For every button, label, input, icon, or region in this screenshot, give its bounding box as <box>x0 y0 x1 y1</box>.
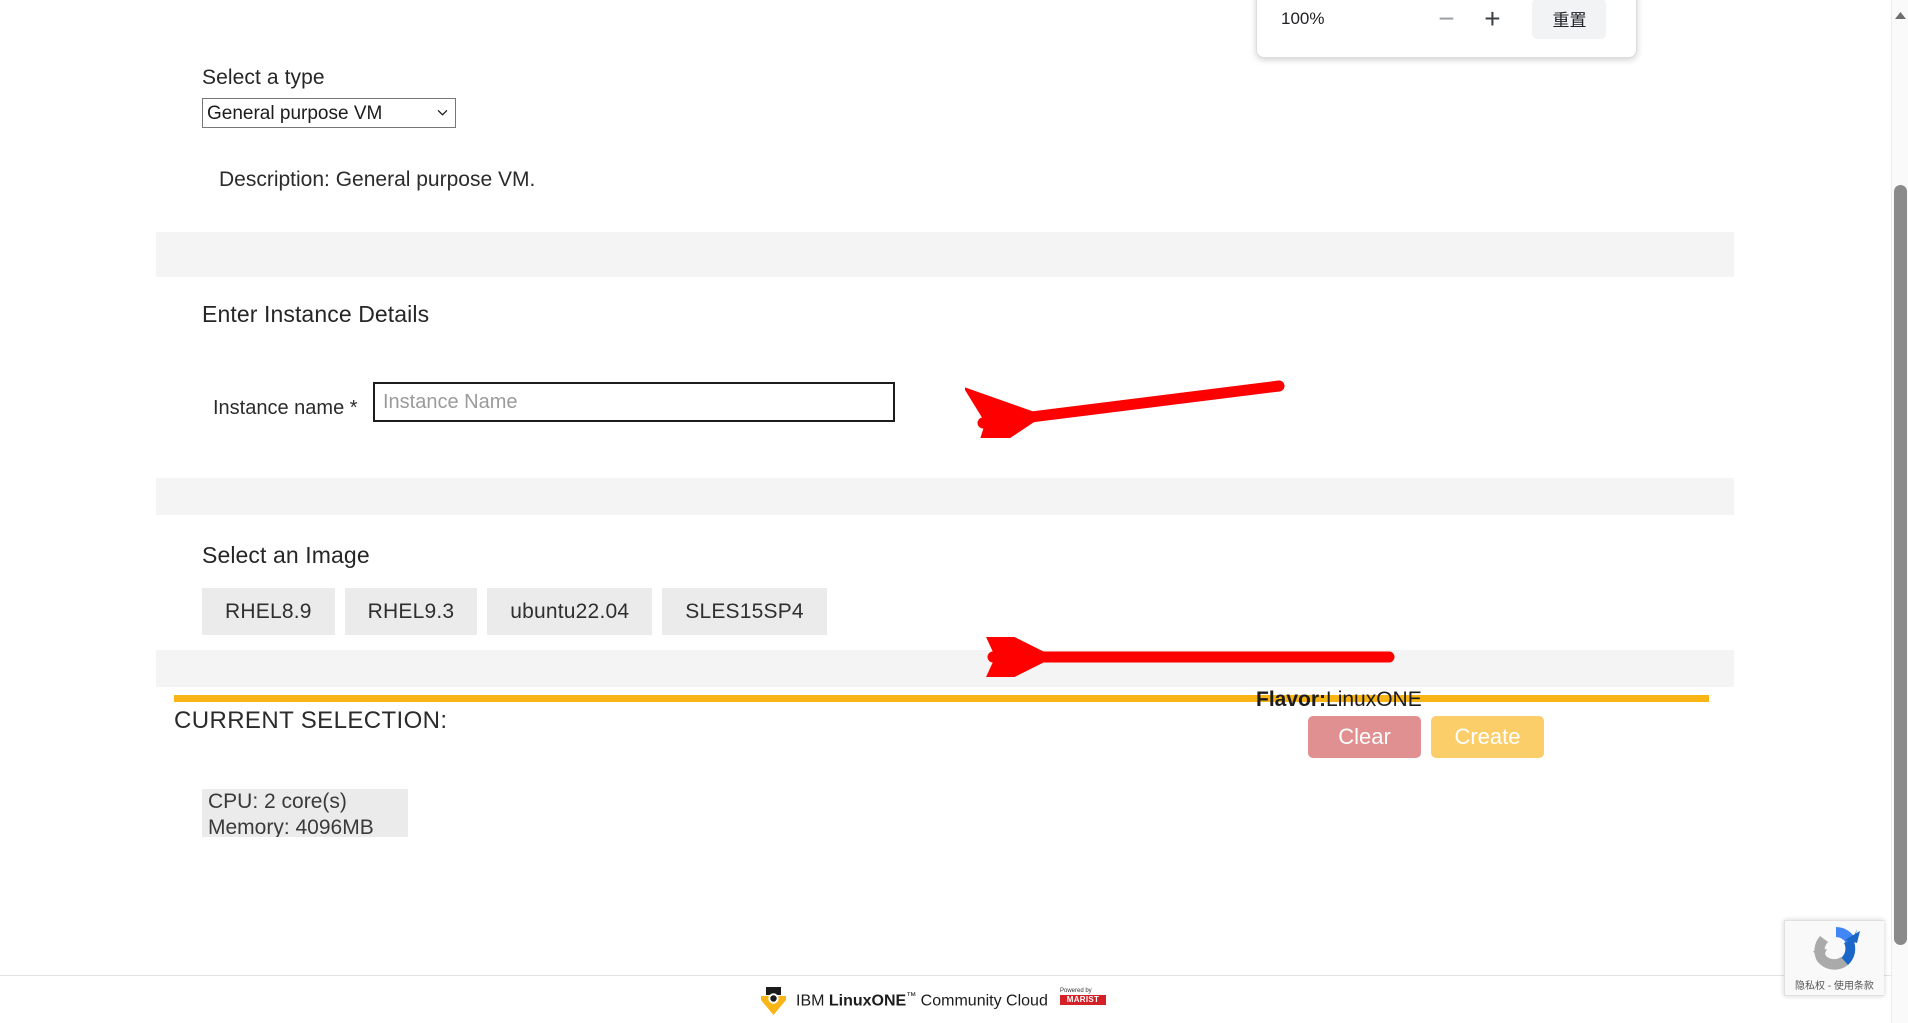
image-option-sles15sp4[interactable]: SLES15SP4 <box>662 588 827 635</box>
selection-flavor-label: Flavor: <box>1256 688 1327 711</box>
zoom-level-value: 100% <box>1281 8 1325 28</box>
type-select-dropdown[interactable]: General purpose VM <box>202 98 456 128</box>
select-type-label: Select a type <box>202 66 325 89</box>
instance-name-input[interactable] <box>373 382 895 422</box>
instance-name-label: Instance name * <box>213 397 358 419</box>
image-option-rhel93[interactable]: RHEL9.3 <box>344 588 478 635</box>
marist-label: MARIST <box>1060 995 1106 1005</box>
create-button[interactable]: Create <box>1431 716 1544 758</box>
chevron-down-icon <box>437 110 448 116</box>
zoom-out-button[interactable]: − <box>1426 0 1466 39</box>
selection-divider-rule <box>174 695 1709 702</box>
footer-brand-text: IBM LinuxONE™ Community Cloud <box>796 991 1048 1010</box>
footer-brand-ibm: IBM <box>796 992 829 1010</box>
zoom-in-button[interactable]: + <box>1472 0 1512 39</box>
left-gutter <box>0 0 156 975</box>
select-image-card: Select an Image RHEL8.9 RHEL9.3 ubuntu22… <box>156 515 1734 650</box>
selection-cpu: CPU: 2 core(s) <box>208 790 347 813</box>
vertical-scrollbar[interactable] <box>1891 0 1908 1023</box>
recaptcha-badge[interactable]: 隐私权 - 使用条款 <box>1784 920 1884 996</box>
footer-brand-linuxone: LinuxONE <box>828 992 907 1010</box>
select-image-title: Select an Image <box>202 542 370 568</box>
instance-details-title: Enter Instance Details <box>202 301 430 327</box>
footer-brand: IBM LinuxONE™ Community Cloud <box>760 986 1048 1016</box>
footer-brand-suffix: Community Cloud <box>916 992 1048 1010</box>
page-footer: IBM LinuxONE™ Community Cloud Terms of U… <box>0 975 1891 1023</box>
powered-by-marist-badge: Powered by MARIST <box>1060 988 1106 1005</box>
recaptcha-privacy-terms-text[interactable]: 隐私权 - 使用条款 <box>1785 977 1884 992</box>
current-selection-heading: CURRENT SELECTION: <box>174 707 448 734</box>
instance-details-card: Enter Instance Details Instance name * <box>156 277 1734 478</box>
selection-flavor-value: LinuxONE <box>1326 688 1422 711</box>
image-option-buttons: RHEL8.9 RHEL9.3 ubuntu22.04 SLES15SP4 <box>202 588 827 635</box>
selection-memory: Memory: 4096MB <box>208 816 374 837</box>
scroll-up-arrow-icon[interactable] <box>1892 8 1908 22</box>
selection-flavor: Flavor:LinuxONE <box>1256 688 1422 712</box>
powered-by-label: Powered by <box>1060 988 1092 994</box>
recaptcha-icon <box>1813 927 1860 970</box>
clear-button[interactable]: Clear <box>1308 716 1421 758</box>
selection-specs: CPU: 2 core(s) Memory: 4096MB <box>202 789 408 837</box>
selection-action-buttons: Clear Create <box>1308 716 1544 758</box>
image-option-ubuntu2204[interactable]: ubuntu22.04 <box>487 588 653 635</box>
image-option-rhel89[interactable]: RHEL8.9 <box>202 588 335 635</box>
right-gutter <box>1734 0 1891 975</box>
ibm-linuxone-logo-icon <box>761 987 786 1015</box>
page-root: Select a type General purpose VM Descrip… <box>0 0 1908 1023</box>
zoom-reset-button[interactable]: 重置 <box>1532 0 1607 39</box>
type-select-value: General purpose VM <box>207 103 383 124</box>
current-selection-card: CURRENT SELECTION: CPU: 2 core(s) Memory… <box>156 687 1734 975</box>
footer-trademark-icon: ™ <box>906 991 917 1003</box>
scrollbar-thumb[interactable] <box>1894 185 1907 945</box>
type-description: Description: General purpose VM. <box>219 168 536 191</box>
browser-zoom-popup: 100% − + 重置 <box>1256 0 1637 58</box>
browser-content-viewport: Select a type General purpose VM Descrip… <box>0 0 1891 1023</box>
